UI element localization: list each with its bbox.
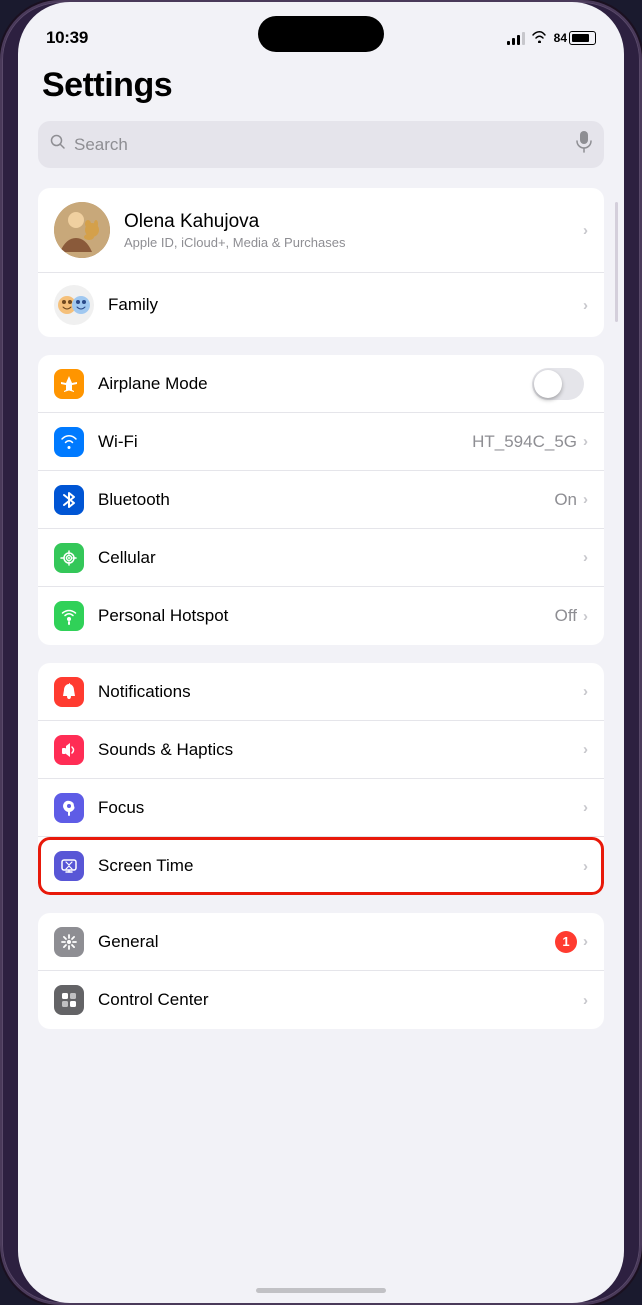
- cellular-label: Cellular: [98, 548, 583, 568]
- sounds-row[interactable]: Sounds & Haptics ›: [38, 721, 604, 779]
- battery-icon: 84: [554, 31, 596, 45]
- notifications-icon: [54, 677, 84, 707]
- battery-body: [569, 31, 596, 45]
- focus-label: Focus: [98, 798, 583, 818]
- family-avatar: [54, 285, 94, 325]
- screen-time-row[interactable]: Screen Time ›: [38, 837, 604, 895]
- profile-avatar: [54, 202, 110, 258]
- network-section: Airplane Mode Wi-Fi HT_59: [38, 355, 604, 645]
- sounds-icon: [54, 735, 84, 765]
- airplane-mode-row[interactable]: Airplane Mode: [38, 355, 604, 413]
- system-section: Notifications › Sounds & Haptics ›: [38, 663, 604, 895]
- status-time: 10:39: [46, 28, 88, 48]
- phone-screen: 10:39 84: [18, 2, 624, 1303]
- battery-text: 84: [554, 31, 567, 45]
- hotspot-icon: [54, 601, 84, 631]
- screen-time-icon: [54, 851, 84, 881]
- bluetooth-label: Bluetooth: [98, 490, 554, 510]
- family-label: Family: [108, 295, 583, 315]
- dynamic-island: [258, 16, 384, 52]
- home-indicator: [256, 1288, 386, 1293]
- airplane-mode-toggle-knob: [534, 370, 562, 398]
- search-placeholder: Search: [74, 135, 568, 155]
- wifi-chevron-icon: ›: [583, 433, 588, 450]
- general-label: General: [98, 932, 555, 952]
- mute-button[interactable]: [0, 122, 2, 162]
- search-icon: [50, 134, 66, 155]
- bluetooth-icon: [54, 485, 84, 515]
- general-chevron-icon: ›: [583, 933, 588, 950]
- cellular-chevron-icon: ›: [583, 549, 588, 566]
- wifi-value: HT_594C_5G: [472, 432, 577, 452]
- profile-section: Olena Kahujova Apple ID, iCloud+, Media …: [38, 188, 604, 337]
- search-bar[interactable]: Search: [38, 121, 604, 168]
- wifi-icon: [54, 427, 84, 457]
- control-center-row[interactable]: Control Center ›: [38, 971, 604, 1029]
- control-center-label: Control Center: [98, 990, 583, 1010]
- settings-content: Settings Search: [18, 58, 624, 1047]
- control-center-chevron-icon: ›: [583, 992, 588, 1009]
- notifications-row[interactable]: Notifications ›: [38, 663, 604, 721]
- wifi-status-icon: [531, 30, 548, 46]
- mic-icon: [576, 131, 592, 158]
- phone-frame: 10:39 84: [0, 0, 642, 1305]
- page-title: Settings: [38, 58, 604, 121]
- hotspot-value: Off: [555, 606, 577, 626]
- profile-info: Olena Kahujova Apple ID, iCloud+, Media …: [124, 211, 583, 250]
- focus-chevron-icon: ›: [583, 799, 588, 816]
- general-row[interactable]: General 1 ›: [38, 913, 604, 971]
- volume-down-button[interactable]: [0, 250, 2, 310]
- scroll-indicator[interactable]: [615, 202, 618, 322]
- hotspot-label: Personal Hotspot: [98, 606, 555, 626]
- bluetooth-value: On: [554, 490, 577, 510]
- notifications-label: Notifications: [98, 682, 583, 702]
- focus-icon: [54, 793, 84, 823]
- cellular-icon: [54, 543, 84, 573]
- general-badge: 1: [555, 931, 577, 953]
- general-icon: [54, 927, 84, 957]
- hotspot-row[interactable]: Personal Hotspot Off ›: [38, 587, 604, 645]
- screen-time-chevron-icon: ›: [583, 858, 588, 875]
- battery-fill: [572, 34, 589, 42]
- sounds-label: Sounds & Haptics: [98, 740, 583, 760]
- airplane-mode-icon: [54, 369, 84, 399]
- focus-row[interactable]: Focus ›: [38, 779, 604, 837]
- hotspot-chevron-icon: ›: [583, 608, 588, 625]
- profile-name: Olena Kahujova: [124, 211, 583, 233]
- family-chevron-icon: ›: [583, 297, 588, 314]
- volume-up-button[interactable]: [0, 177, 2, 237]
- wifi-label: Wi-Fi: [98, 432, 472, 452]
- general-section: General 1 › Control Center: [38, 913, 604, 1029]
- airplane-mode-label: Airplane Mode: [98, 374, 532, 394]
- cellular-row[interactable]: Cellular ›: [38, 529, 604, 587]
- bluetooth-chevron-icon: ›: [583, 491, 588, 508]
- signal-bars-icon: [507, 31, 525, 45]
- status-icons: 84: [507, 30, 596, 46]
- airplane-mode-toggle[interactable]: [532, 368, 584, 400]
- profile-subtitle: Apple ID, iCloud+, Media & Purchases: [124, 235, 583, 250]
- wifi-row[interactable]: Wi-Fi HT_594C_5G ›: [38, 413, 604, 471]
- sounds-chevron-icon: ›: [583, 741, 588, 758]
- screen-time-label: Screen Time: [98, 856, 583, 876]
- family-row[interactable]: Family ›: [38, 273, 604, 337]
- profile-chevron-icon: ›: [583, 222, 588, 239]
- bluetooth-row[interactable]: Bluetooth On ›: [38, 471, 604, 529]
- control-center-icon: [54, 985, 84, 1015]
- notifications-chevron-icon: ›: [583, 683, 588, 700]
- profile-row[interactable]: Olena Kahujova Apple ID, iCloud+, Media …: [38, 188, 604, 273]
